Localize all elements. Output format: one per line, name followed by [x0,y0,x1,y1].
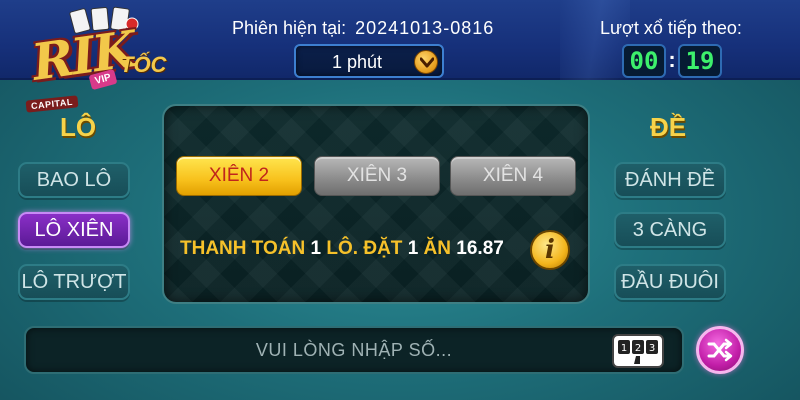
payout-text: THANH TOÁN 1 LÔ. ĐẶT 1 ĂN 16.87 [180,238,504,260]
dau-duoi-button[interactable]: ĐẦU ĐUÔI [614,264,726,300]
bao-lo-button[interactable]: BAO LÔ [18,162,130,198]
tab-xien-4[interactable]: XIÊN 4 [450,156,576,196]
svg-text:2: 2 [635,343,641,354]
session-id: 20241013-0816 [355,18,495,38]
session-label: Phiên hiện tại: [232,18,347,38]
period-dropdown[interactable]: 1 phút [294,44,444,78]
payout-qty-a: 1 [310,238,322,259]
payout-qty-b: 1 [407,238,419,259]
payout-unit-a: LÔ. ĐẶT [326,238,403,259]
top-bar: RIK VIP CAPITAL TỐC Phiên hiện tại: 2024… [0,0,800,113]
shuffle-icon [707,338,733,362]
de-title: ĐỀ [650,112,687,142]
number-input[interactable]: VUI LÒNG NHẬP SỐ... [24,326,684,374]
game-logo: RIK VIP CAPITAL TỐC [12,6,192,113]
timer-seconds: 19 [678,44,722,78]
period-value: 1 phút [332,52,383,72]
payout-rate: 16.87 [456,238,504,259]
3-cang-button[interactable]: 3 CÀNG [614,212,726,248]
chevron-down-icon[interactable] [414,50,438,74]
keypad-icon[interactable]: 1 2 3 [612,334,664,368]
xien-panel: XIÊN 2 XIÊN 3 XIÊN 4 THANH TOÁN 1 LÔ. ĐẶ… [162,104,590,304]
logo-tag: TỐC [120,52,167,77]
number-input-placeholder: VUI LÒNG NHẬP SỐ... [255,340,453,360]
timer-colon: : [668,47,676,72]
next-draw-label: Lượt xổ tiếp theo: [600,18,742,38]
lo-xien-button[interactable]: LÔ XIÊN [18,212,130,248]
payout-prefix: THANH TOÁN [180,238,306,259]
countdown-timer: 00 : 19 [622,44,722,78]
current-session: Phiên hiện tại: 20241013-0816 [232,18,522,42]
timer-minutes: 00 [622,44,666,78]
shuffle-button[interactable] [696,326,744,374]
lo-title: LÔ [60,112,97,142]
logo-sub: CAPITAL [25,95,79,113]
tab-xien-3[interactable]: XIÊN 3 [314,156,440,196]
svg-text:3: 3 [649,343,655,354]
info-icon[interactable]: i [530,230,570,270]
lo-truot-button[interactable]: LÔ TRƯỢT [18,264,130,300]
danh-de-button[interactable]: ĐÁNH ĐỀ [614,162,726,198]
payout-unit-b: ĂN [423,238,451,259]
svg-text:1: 1 [621,343,627,354]
tab-xien-2[interactable]: XIÊN 2 [176,156,302,196]
